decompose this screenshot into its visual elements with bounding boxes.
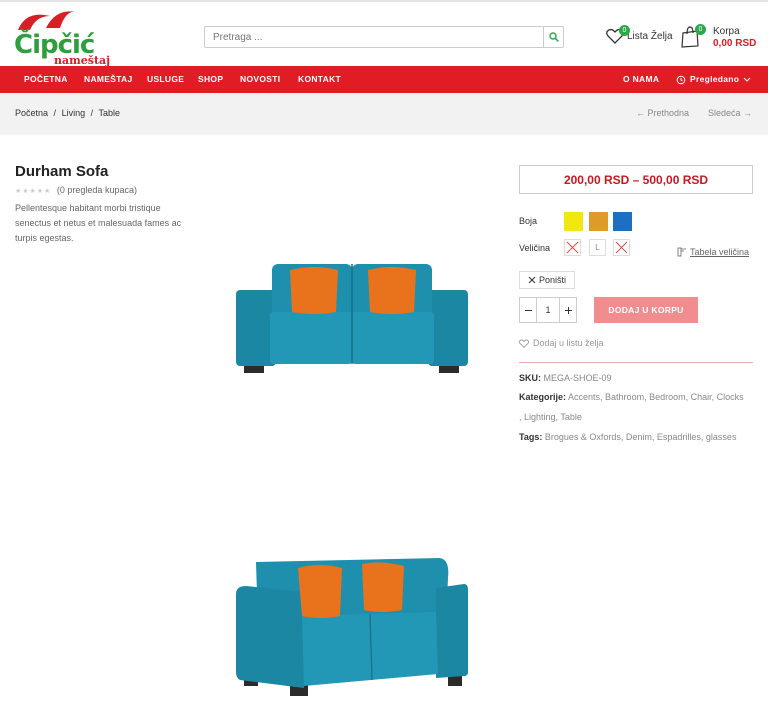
chevron-down-icon (743, 77, 751, 82)
product-title: Durham Sofa (15, 163, 109, 180)
size-option-unavailable[interactable] (613, 239, 630, 256)
add-to-wishlist-link[interactable]: Dodaj u listu želja (519, 338, 604, 348)
size-option-unavailable[interactable] (564, 239, 581, 256)
cart-label: Korpa (713, 26, 740, 37)
color-swatch-orange[interactable] (589, 212, 608, 231)
minus-icon (524, 309, 532, 311)
wishlist-label: Lista Želja (627, 30, 673, 42)
reset-label: Poništi (538, 275, 566, 285)
tags-label: Tags: (519, 432, 543, 442)
nav-item-kontakt[interactable]: KONTAKT (298, 66, 341, 93)
size-guide-label: Tabela veličina (690, 247, 750, 257)
cart-total: 0,00 RSD (713, 38, 757, 49)
recently-viewed-label: Pregledano (690, 74, 740, 84)
product-price: 200,00 RSD – 500,00 RSD (519, 165, 753, 194)
nav-item-o-nama[interactable]: O NAMA (623, 66, 659, 93)
prev-product-label: Prethodna (647, 108, 690, 118)
logo-swoosh-icon (18, 11, 76, 30)
prev-product-link[interactable]: ← Prethodna (636, 108, 689, 118)
category-links-cont[interactable]: , Lighting, Table (519, 412, 582, 422)
main-nav: POČETNA NAMEŠTAJ USLUGE SHOP NOVOSTI KON… (0, 66, 768, 93)
product-tags: Tags: Brogues & Oxfords, Denim, Espadril… (519, 431, 736, 443)
product-categories-cont: , Lighting, Table (519, 411, 582, 423)
close-icon (566, 241, 579, 254)
product-image-main[interactable] (232, 256, 472, 378)
plus-icon (564, 306, 572, 314)
size-label: Veličina (519, 243, 551, 253)
search-input[interactable] (205, 27, 543, 48)
quantity-decrease-button[interactable] (520, 298, 536, 322)
product-sku: SKU: MEGA-SHOE-09 (519, 372, 612, 384)
add-to-wishlist-label: Dodaj u listu želja (533, 338, 604, 348)
next-product-link[interactable]: Sledeća → (708, 108, 752, 118)
color-swatch-blue[interactable] (613, 212, 632, 231)
close-icon (615, 241, 628, 254)
search-button[interactable] (543, 27, 563, 47)
product-image-secondary[interactable] (232, 552, 472, 702)
breadcrumb-item-table: Table (98, 108, 120, 118)
color-label: Boja (519, 216, 538, 226)
reset-variations-button[interactable]: Poništi (519, 271, 575, 289)
nav-item-pocetna[interactable]: POČETNA (24, 66, 68, 93)
cart-count-badge: 0 (695, 24, 706, 35)
breadcrumb-item-home[interactable]: Početna (15, 108, 48, 118)
product-short-description: Pellentesque habitant morbi tristique se… (15, 203, 182, 243)
breadcrumb: Početna / Living / Table (15, 108, 123, 118)
site-logo[interactable]: Čipčić nameštaj (14, 8, 110, 67)
site-header: Čipčić nameštaj 0 Lista Želja 0 Korpa 0,… (0, 0, 768, 67)
breadcrumb-item-living[interactable]: Living (62, 108, 86, 118)
history-icon (676, 75, 686, 84)
search-icon (548, 32, 559, 42)
ruler-icon (677, 247, 686, 257)
size-option-l[interactable]: L (589, 239, 606, 256)
breadcrumb-separator: / (53, 108, 57, 118)
nav-item-namestaj[interactable]: NAMEŠTAJ (84, 66, 133, 93)
categories-label: Kategorije: (519, 392, 567, 402)
quantity-stepper: 1 (519, 297, 577, 323)
quantity-input[interactable]: 1 (536, 298, 560, 322)
breadcrumb-separator: / (90, 108, 94, 118)
nav-item-usluge[interactable]: USLUGE (147, 66, 184, 93)
sku-value: MEGA-SHOE-09 (543, 373, 612, 383)
next-product-label: Sledeća (708, 108, 741, 118)
heart-icon (519, 338, 529, 348)
sku-label: SKU: (519, 373, 541, 383)
product-rating: ★★★★★ (0 pregleda kupaca) (15, 185, 137, 195)
review-count-link[interactable]: (0 pregleda kupaca) (57, 185, 137, 195)
size-guide-link[interactable]: Tabela veličina (677, 247, 749, 257)
arrow-left-icon: ← (636, 108, 645, 118)
breadcrumb-bar: Početna / Living / Table ← Prethodna Sle… (0, 93, 768, 135)
nav-item-novosti[interactable]: NOVOSTI (240, 66, 280, 93)
search-box (204, 26, 564, 48)
wishlist-count-badge: 0 (619, 25, 630, 36)
add-to-cart-button[interactable]: DODAJ U KORPU (594, 297, 698, 323)
color-swatch-yellow[interactable] (564, 212, 583, 231)
wishlist-link[interactable]: 0 Lista Želja (606, 25, 673, 44)
meta-divider (519, 362, 753, 363)
nav-item-shop[interactable]: SHOP (198, 66, 223, 93)
close-icon (528, 276, 536, 284)
product-categories: Kategorije: Accents, Bathroom, Bedroom, … (519, 391, 753, 403)
arrow-right-icon: → (743, 108, 753, 118)
category-links[interactable]: Accents, Bathroom, Bedroom, Chair, Clock… (568, 392, 744, 402)
recently-viewed-toggle[interactable]: Pregledano (676, 66, 751, 93)
rating-stars-icon: ★★★★★ (15, 188, 52, 195)
tag-links[interactable]: Brogues & Oxfords, Denim, Espadrilles, g… (545, 432, 737, 442)
quantity-increase-button[interactable] (560, 298, 576, 322)
